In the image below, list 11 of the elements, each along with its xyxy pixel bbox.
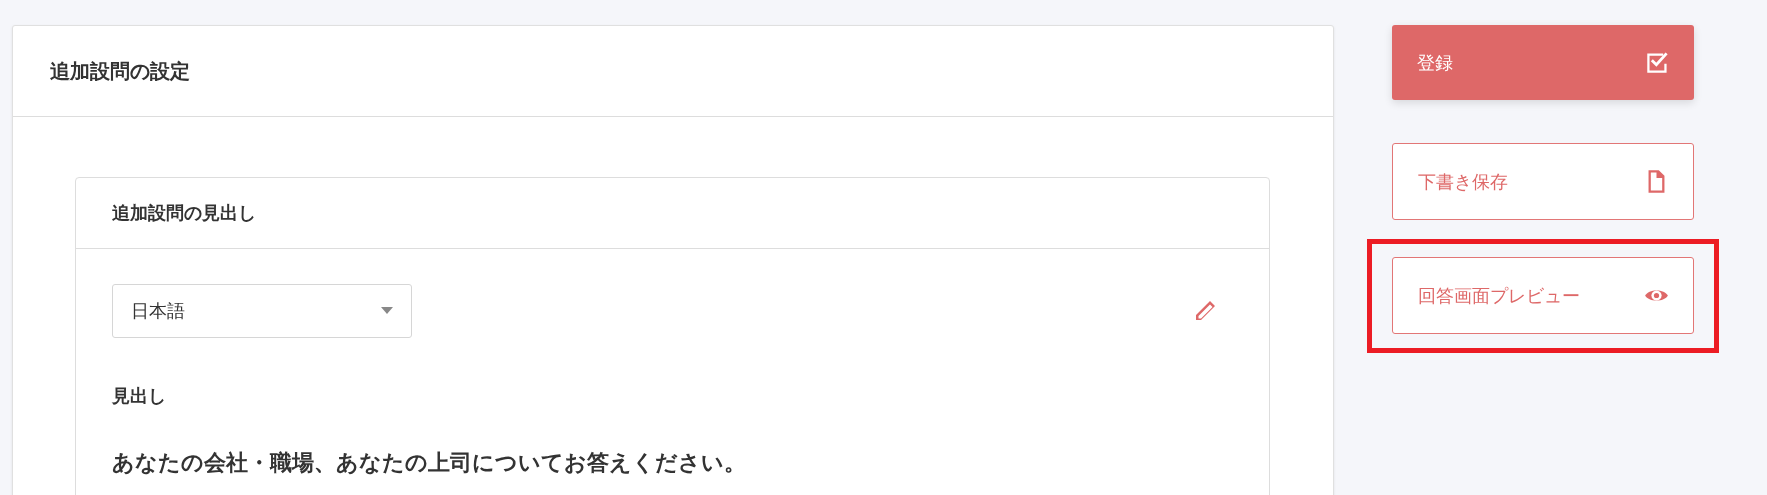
checkbox-icon bbox=[1645, 50, 1670, 75]
dropdown-caret-icon bbox=[381, 307, 393, 315]
section-title: 追加設問の見出し bbox=[112, 201, 256, 225]
card-title: 追加設問の設定 bbox=[50, 57, 190, 85]
action-button[interactable]: 回答画面プレビュー bbox=[1392, 257, 1694, 334]
action-button[interactable]: 登録 bbox=[1392, 25, 1694, 100]
field-label: 見出し bbox=[112, 384, 167, 408]
pencil-icon[interactable] bbox=[1193, 299, 1217, 323]
heading-text: あなたの会社・職場、あなたの上司についてお答えください。 bbox=[112, 449, 747, 477]
language-select[interactable]: 日本語 bbox=[112, 284, 412, 338]
action-button[interactable]: 下書き保存 bbox=[1392, 143, 1694, 220]
